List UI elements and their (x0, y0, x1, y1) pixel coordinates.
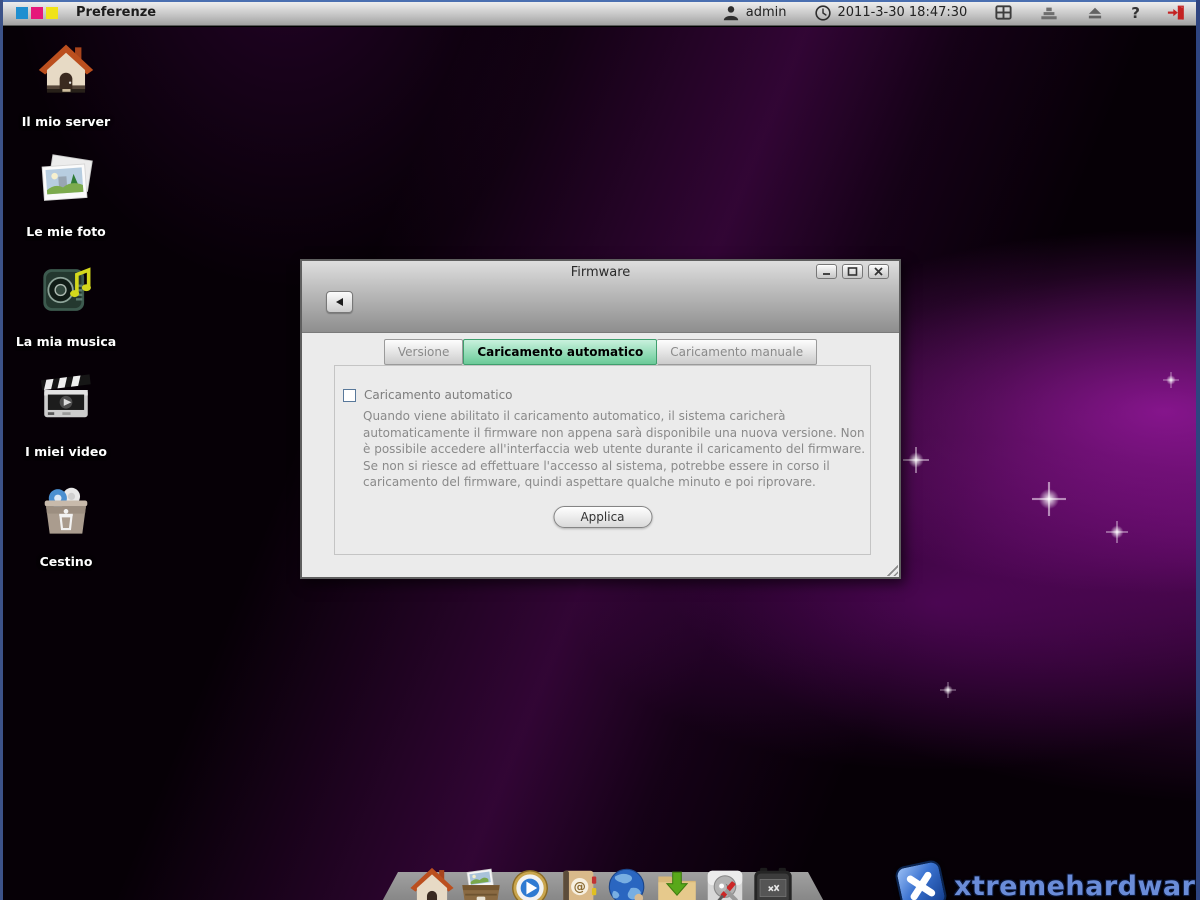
auto-upload-description: Quando viene abilitato il caricamento au… (363, 409, 866, 489)
dock-address-book-icon[interactable]: @ (556, 865, 602, 900)
auto-upload-checkbox[interactable] (343, 388, 356, 402)
resize-grip[interactable] (884, 562, 898, 576)
clock-icon (813, 3, 833, 23)
dock-photo-box-icon[interactable] (458, 865, 504, 900)
dock-web-globe-icon[interactable] (605, 865, 651, 900)
home-icon (37, 42, 95, 98)
tab-caricamento-manuale[interactable]: Caricamento manuale (657, 339, 818, 365)
desktop-icon-label: Il mio server (21, 114, 111, 129)
window-titlebar[interactable]: Firmware (302, 261, 899, 333)
stack-icon[interactable] (1039, 3, 1059, 23)
desktop-icon-label: I miei video (25, 444, 107, 459)
windows-grid-icon[interactable] (993, 3, 1013, 23)
sparkle (940, 682, 956, 698)
sparkle (1032, 482, 1066, 516)
eject-icon[interactable] (1085, 3, 1105, 23)
user-name: admin (745, 5, 787, 20)
svg-text:@: @ (574, 880, 586, 894)
minimize-button[interactable] (816, 264, 837, 279)
firmware-window: Firmware Versione Caricamento automatico (300, 259, 901, 579)
desktop-icon-label: La mia musica (15, 334, 117, 349)
watermark: xtremehardware.it (893, 858, 1200, 900)
logo-square-yellow (46, 6, 58, 19)
tab-bar: Versione Caricamento automatico Caricame… (302, 339, 899, 365)
desktop: Il mio server Le mie foto La mia musica … (0, 27, 1200, 900)
logo-square-magenta (31, 6, 43, 19)
desktop-icon-my-server[interactable]: Il mio server (6, 42, 126, 129)
desktop-icon-my-photos[interactable]: Le mie foto (6, 152, 126, 239)
help-icon[interactable]: ? (1131, 4, 1140, 22)
photos-icon (37, 152, 95, 208)
desktop-icon-label: Le mie foto (26, 224, 106, 239)
dock-disk-tools-icon[interactable] (702, 865, 748, 900)
screen-edge (0, 0, 3, 900)
datetime: 2011-3-30 18:47:30 (837, 5, 968, 20)
settings-panel: Caricamento automatico Quando viene abil… (334, 365, 871, 555)
window-body: Versione Caricamento automatico Caricame… (302, 333, 899, 577)
close-button[interactable] (868, 264, 889, 279)
dock: @ (372, 843, 834, 900)
sparkle (903, 447, 929, 473)
apply-button[interactable]: Applica (553, 506, 652, 528)
tab-versione[interactable]: Versione (383, 339, 464, 365)
maximize-button[interactable] (842, 264, 863, 279)
tab-caricamento-automatico[interactable]: Caricamento automatico (463, 339, 658, 365)
system-logo (16, 6, 58, 19)
xtremehardware-logo-icon (893, 858, 949, 900)
dock-download-folder-icon[interactable] (654, 865, 700, 900)
desktop-icon-label: Cestino (39, 554, 93, 569)
logo-square-blue (16, 6, 28, 19)
user-icon (721, 3, 741, 23)
clock-indicator: 2011-3-30 18:47:30 (813, 3, 968, 23)
trash-icon (37, 482, 95, 538)
desktop-icon-my-videos[interactable]: I miei video (6, 372, 126, 459)
screen-edge (1196, 0, 1200, 900)
window-title: Firmware (570, 265, 631, 280)
desktop-icon-trash[interactable]: Cestino (6, 482, 126, 569)
auto-upload-checkbox-label: Caricamento automatico (364, 388, 513, 402)
menubar: Preferenze admin 2011-3-30 18:47:30 ? (0, 0, 1200, 26)
dock-home-icon[interactable] (409, 865, 455, 900)
back-button[interactable] (326, 291, 353, 313)
music-icon (37, 262, 95, 318)
screen-edge (0, 0, 1200, 2)
sparkle (1106, 521, 1128, 543)
dock-media-tools-icon[interactable] (750, 865, 796, 900)
watermark-text: xtremehardware.it (954, 870, 1200, 900)
menu-preferences[interactable]: Preferenze (76, 5, 156, 20)
sparkle (1163, 372, 1179, 388)
user-indicator[interactable]: admin (721, 3, 787, 23)
desktop-icon-my-music[interactable]: La mia musica (6, 262, 126, 349)
dock-media-player-icon[interactable] (507, 865, 553, 900)
logout-icon[interactable] (1166, 3, 1186, 23)
videos-icon (37, 372, 95, 428)
